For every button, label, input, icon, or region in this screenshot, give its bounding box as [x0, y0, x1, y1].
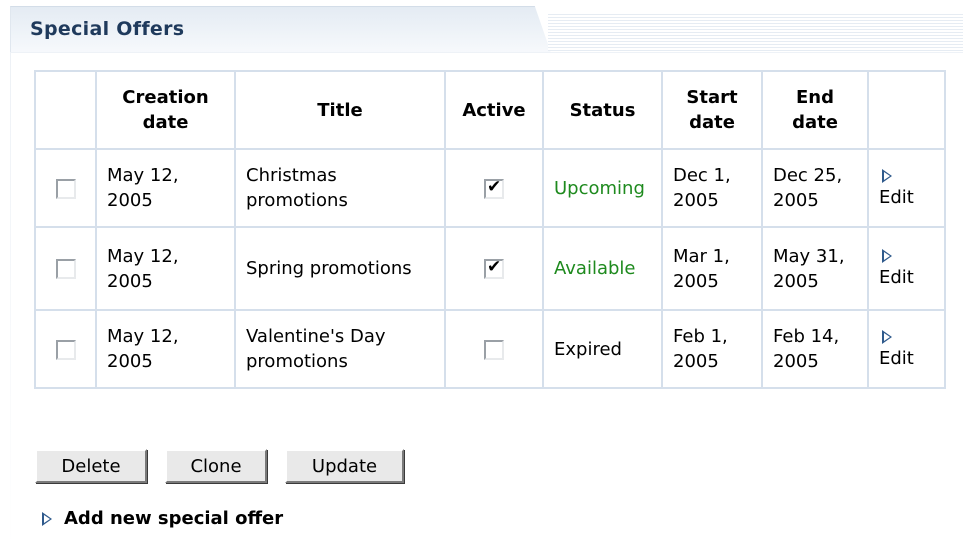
column-header-select [34, 70, 97, 150]
check-mark-icon: ✔ [487, 176, 502, 197]
title-cell: Spring promotions [234, 226, 446, 311]
column-header-creation-date: Creation date [95, 70, 236, 150]
header-divider [10, 52, 963, 53]
column-header-title: Title [234, 70, 446, 150]
table-header-row: Creation date Title Active Status Start … [34, 70, 946, 150]
row-select-checkbox[interactable] [55, 259, 76, 279]
end-date-cell: Feb 14, 2005 [761, 309, 869, 389]
edit-cell: Edit [867, 309, 946, 389]
start-date-cell: Mar 1, 2005 [661, 226, 763, 311]
end-date-cell: Dec 25, 2005 [761, 148, 869, 228]
edit-link[interactable]: Edit [879, 247, 914, 289]
update-button[interactable]: Update [285, 449, 404, 483]
frame-border [10, 52, 11, 550]
add-link-label: Add new special offer [64, 508, 284, 529]
row-select-checkbox[interactable] [55, 178, 76, 199]
creation-date-cell: May 12, 2005 [95, 309, 236, 389]
delete-button[interactable]: Delete [35, 449, 147, 483]
end-date-cell: May 31, 2005 [761, 226, 869, 311]
play-arrow-icon [882, 168, 892, 183]
column-header-active: Active [444, 70, 544, 150]
table-row: May 12, 2005 Christmas promotions ✔ Upco… [34, 148, 946, 228]
status-cell: Upcoming [542, 148, 663, 228]
edit-cell: Edit [867, 148, 946, 228]
clone-button[interactable]: Clone [165, 449, 267, 483]
row-select-checkbox[interactable] [55, 339, 76, 360]
column-header-start-date: Start date [661, 70, 763, 150]
edit-label: Edit [879, 186, 914, 208]
row-select-cell [34, 309, 97, 389]
column-header-edit [867, 70, 946, 150]
active-checkbox[interactable] [484, 339, 504, 360]
active-cell [444, 309, 544, 389]
header-decoration [548, 14, 963, 51]
status-cell: Available [542, 226, 663, 311]
column-header-end-date: End date [761, 70, 869, 150]
creation-date-cell: May 12, 2005 [95, 148, 236, 228]
row-select-cell [34, 226, 97, 311]
panel-header: Special Offers [0, 0, 963, 60]
title-cell: Valentine's Day promotions [234, 309, 446, 389]
start-date-cell: Feb 1, 2005 [661, 309, 763, 389]
edit-link[interactable]: Edit [879, 167, 914, 209]
edit-label: Edit [879, 267, 914, 288]
status-cell: Expired [542, 309, 663, 389]
table-row: May 12, 2005 Valentine's Day promotions … [34, 309, 946, 389]
active-checkbox[interactable]: ✔ [484, 176, 504, 199]
play-arrow-icon [882, 249, 892, 263]
add-new-special-offer-link[interactable]: Add new special offer [42, 508, 283, 529]
active-cell: ✔ [444, 148, 544, 228]
row-select-cell [34, 148, 97, 228]
active-checkbox[interactable]: ✔ [484, 257, 504, 279]
play-arrow-icon [42, 511, 52, 526]
edit-cell: Edit [867, 226, 946, 311]
table-row: May 12, 2005 Spring promotions ✔ Availab… [34, 226, 946, 311]
action-buttons: Delete Clone Update [35, 449, 404, 483]
check-mark-icon: ✔ [487, 257, 502, 277]
creation-date-cell: May 12, 2005 [95, 226, 236, 311]
column-header-status: Status [542, 70, 663, 150]
start-date-cell: Dec 1, 2005 [661, 148, 763, 228]
title-cell: Christmas promotions [234, 148, 446, 228]
special-offers-table: Creation date Title Active Status Start … [34, 70, 946, 389]
active-cell: ✔ [444, 226, 544, 311]
edit-link[interactable]: Edit [879, 328, 914, 370]
edit-label: Edit [879, 347, 914, 369]
play-arrow-icon [882, 329, 892, 344]
page-title: Special Offers [30, 18, 185, 40]
